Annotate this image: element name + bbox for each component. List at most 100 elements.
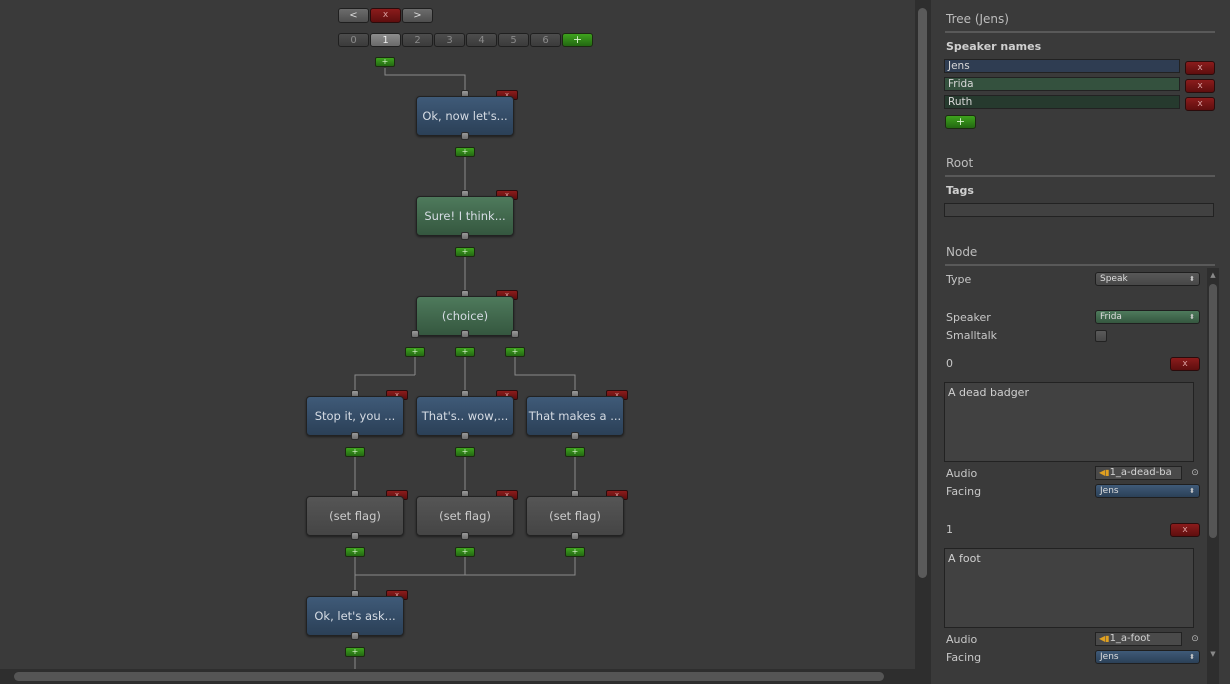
node-output-port[interactable] xyxy=(461,330,469,338)
scroll-up-icon[interactable]: ▲ xyxy=(1209,271,1217,279)
divider xyxy=(945,175,1215,177)
object-picker-icon[interactable]: ⊙ xyxy=(1190,468,1200,478)
inspector-scrollbar[interactable]: ▲ ▼ xyxy=(1207,268,1219,684)
node-add-child-button[interactable]: + xyxy=(345,547,365,557)
type-label: Type xyxy=(946,273,972,286)
speaker-name-text: Jens xyxy=(948,60,970,72)
audio-field[interactable]: ◀▮1_a-dead-ba xyxy=(1095,466,1182,480)
node-output-port[interactable] xyxy=(571,532,579,540)
remove-speaker-button[interactable]: x xyxy=(1185,61,1215,75)
root-add-child-button[interactable]: + xyxy=(375,57,395,67)
object-picker-icon[interactable]: ⊙ xyxy=(1190,634,1200,644)
tree-tab-6[interactable]: 6 xyxy=(530,33,561,47)
dialogue-node[interactable]: Sure! I think... xyxy=(416,196,514,236)
speaker-name-field[interactable]: Ruth xyxy=(944,95,1180,109)
horizontal-scroll-thumb[interactable] xyxy=(14,672,884,681)
choice-add-button[interactable]: + xyxy=(455,347,475,357)
speaker-name-field[interactable]: Frida xyxy=(944,77,1180,91)
facing-value: Jens xyxy=(1100,652,1119,662)
vertical-scroll-thumb[interactable] xyxy=(918,8,927,578)
prev-tree-button[interactable]: < xyxy=(338,8,369,23)
audio-clip-icon: ◀▮ xyxy=(1099,468,1110,477)
node-output-port[interactable] xyxy=(351,532,359,540)
dropdown-arrows-icon: ⬍ xyxy=(1189,653,1195,661)
facing-label: Facing xyxy=(946,651,982,664)
line-text-area[interactable]: A foot xyxy=(944,548,1194,628)
remove-speaker-button[interactable]: x xyxy=(1185,97,1215,111)
tags-label: Tags xyxy=(946,184,974,197)
choice-add-button[interactable]: + xyxy=(405,347,425,357)
remove-line-button[interactable]: x xyxy=(1170,357,1200,371)
dialogue-node[interactable]: Stop it, you ... xyxy=(306,396,404,436)
node-add-child-button[interactable]: + xyxy=(565,547,585,557)
next-tree-button[interactable]: > xyxy=(402,8,433,23)
speaker-label: Speaker xyxy=(946,311,991,324)
dialogue-node[interactable]: Ok, let's ask... xyxy=(306,596,404,636)
node-output-port[interactable] xyxy=(411,330,419,338)
horizontal-scrollbar[interactable] xyxy=(0,669,915,684)
dropdown-arrows-icon: ⬍ xyxy=(1189,487,1195,495)
node-output-port[interactable] xyxy=(461,432,469,440)
speaker-dropdown[interactable]: Frida ⬍ xyxy=(1095,310,1200,324)
node-output-port[interactable] xyxy=(461,132,469,140)
tree-tab-2[interactable]: 2 xyxy=(402,33,433,47)
remove-speaker-button[interactable]: x xyxy=(1185,79,1215,93)
node-add-child-button[interactable]: + xyxy=(565,447,585,457)
inspector-scroll-thumb[interactable] xyxy=(1209,284,1217,538)
choice-add-button[interactable]: + xyxy=(505,347,525,357)
tags-input[interactable] xyxy=(944,203,1214,217)
delete-tree-button[interactable]: x xyxy=(370,8,401,23)
node-add-child-button[interactable]: + xyxy=(455,447,475,457)
node-output-port[interactable] xyxy=(461,232,469,240)
tree-tab-4[interactable]: 4 xyxy=(466,33,497,47)
type-value: Speak xyxy=(1100,274,1128,284)
divider xyxy=(945,264,1215,266)
node-title: Node xyxy=(946,245,978,259)
add-tree-button[interactable]: + xyxy=(562,33,593,47)
vertical-scrollbar[interactable] xyxy=(915,0,931,684)
speaker-name-field[interactable]: Jens xyxy=(944,59,1180,73)
inspector-panel: Tree (Jens) Speaker names Jens x Frida x… xyxy=(931,0,1230,684)
type-dropdown[interactable]: Speak ⬍ xyxy=(1095,272,1200,286)
add-speaker-button[interactable]: + xyxy=(945,115,976,129)
speaker-value: Frida xyxy=(1100,312,1122,322)
node-add-child-button[interactable]: + xyxy=(455,147,475,157)
set-flag-node[interactable]: (set flag) xyxy=(306,496,404,536)
scroll-down-icon[interactable]: ▼ xyxy=(1209,650,1217,658)
audio-label: Audio xyxy=(946,633,978,646)
facing-dropdown[interactable]: Jens ⬍ xyxy=(1095,484,1200,498)
node-add-child-button[interactable]: + xyxy=(455,547,475,557)
smalltalk-label: Smalltalk xyxy=(946,329,998,342)
remove-line-button[interactable]: x xyxy=(1170,523,1200,537)
dialogue-node[interactable]: That's.. wow,... xyxy=(416,396,514,436)
facing-dropdown[interactable]: Jens ⬍ xyxy=(1095,650,1200,664)
dialogue-graph-canvas[interactable]: < x > 0 1 2 3 4 5 6 + + x Ok, now let's.… xyxy=(0,0,915,684)
facing-value: Jens xyxy=(1100,486,1119,496)
smalltalk-checkbox[interactable] xyxy=(1095,330,1107,342)
node-output-port[interactable] xyxy=(351,632,359,640)
divider xyxy=(945,31,1215,33)
node-output-port[interactable] xyxy=(571,432,579,440)
node-add-child-button[interactable]: + xyxy=(345,647,365,657)
audio-field[interactable]: ◀▮1_a-foot xyxy=(1095,632,1182,646)
dropdown-arrows-icon: ⬍ xyxy=(1189,275,1195,283)
facing-label: Facing xyxy=(946,485,982,498)
speaker-name-text: Ruth xyxy=(948,96,973,108)
line-text-area[interactable]: A dead badger xyxy=(944,382,1194,462)
set-flag-node[interactable]: (set flag) xyxy=(416,496,514,536)
set-flag-node[interactable]: (set flag) xyxy=(526,496,624,536)
node-add-child-button[interactable]: + xyxy=(455,247,475,257)
tree-tab-0[interactable]: 0 xyxy=(338,33,369,47)
node-output-port[interactable] xyxy=(461,532,469,540)
dialogue-node[interactable]: Ok, now let's... xyxy=(416,96,514,136)
tree-tab-3[interactable]: 3 xyxy=(434,33,465,47)
tree-tab-5[interactable]: 5 xyxy=(498,33,529,47)
dropdown-arrows-icon: ⬍ xyxy=(1189,313,1195,321)
node-output-port[interactable] xyxy=(351,432,359,440)
audio-value: 1_a-foot xyxy=(1109,633,1151,644)
node-output-port[interactable] xyxy=(511,330,519,338)
node-add-child-button[interactable]: + xyxy=(345,447,365,457)
tree-tab-1[interactable]: 1 xyxy=(370,33,401,47)
audio-clip-icon: ◀▮ xyxy=(1099,634,1110,643)
dialogue-node[interactable]: That makes a ... xyxy=(526,396,624,436)
